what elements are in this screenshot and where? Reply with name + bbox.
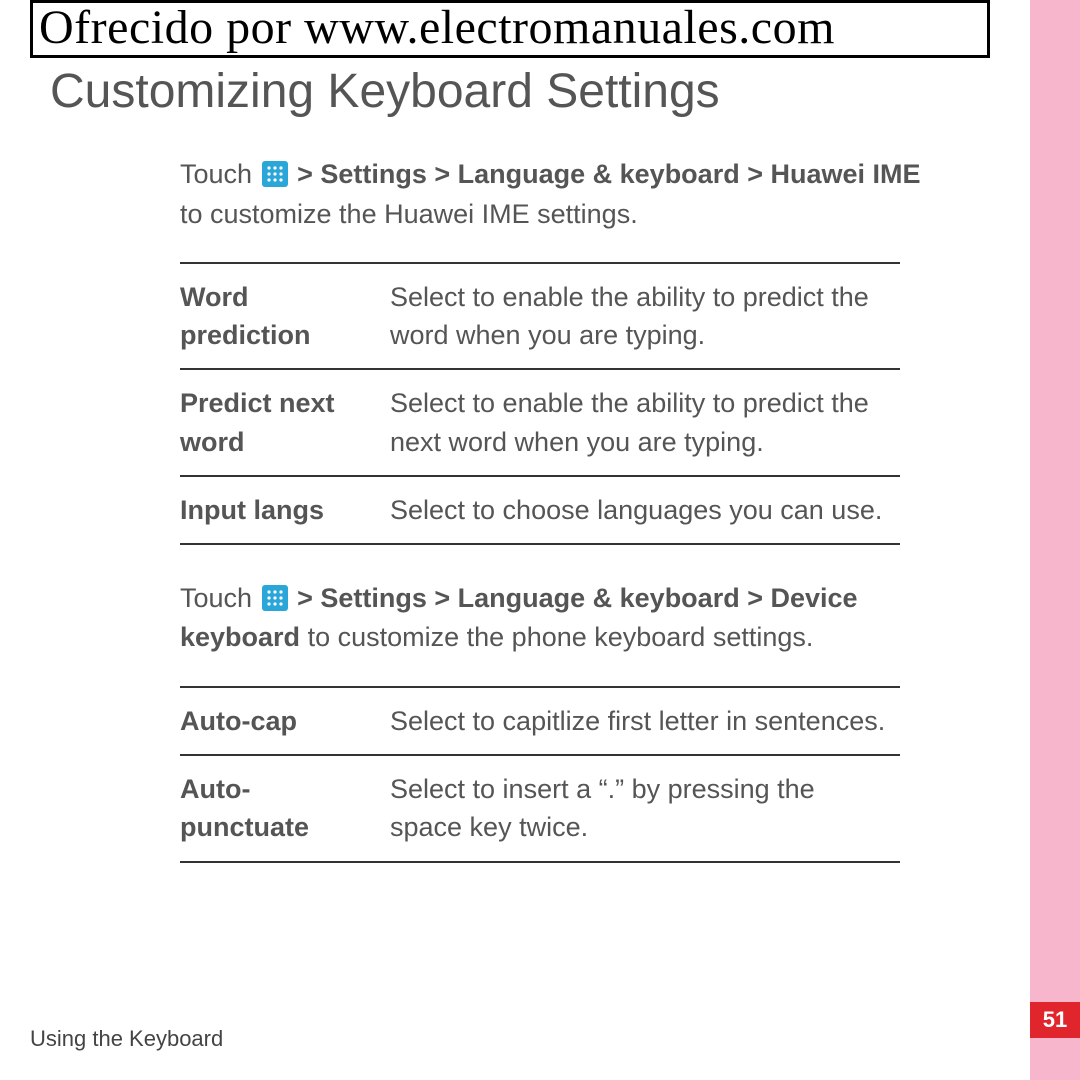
- table-row: Predict next word Select to enable the a…: [180, 369, 900, 476]
- setting-term: Auto-punctuate: [180, 755, 390, 862]
- table-row: Word prediction Select to enable the abi…: [180, 263, 900, 370]
- intro1-path: > Settings > Language & keyboard > Huawe…: [297, 159, 920, 189]
- table-row: Auto-punctuate Select to insert a “.” by…: [180, 755, 900, 862]
- setting-desc: Select to enable the ability to predict …: [390, 263, 900, 370]
- intro-paragraph-2: Touch > Settings > Language & keyboard >…: [180, 579, 940, 657]
- table-row: Input langs Select to choose languages y…: [180, 476, 900, 544]
- page-number-badge: 51: [1030, 1002, 1080, 1038]
- settings-table-1: Word prediction Select to enable the abi…: [180, 262, 900, 546]
- intro1-prefix: Touch: [180, 159, 260, 189]
- intro1-suffix: to customize the Huawei IME settings.: [180, 199, 638, 229]
- intro2-suffix: to customize the phone keyboard settings…: [308, 622, 814, 652]
- table-row: Auto-cap Select to capitlize first lette…: [180, 687, 900, 755]
- setting-desc: Select to insert a “.” by pressing the s…: [390, 755, 900, 862]
- source-banner: Ofrecido por www.electromanuales.com: [30, 0, 990, 58]
- apps-grid-icon: [262, 161, 288, 187]
- setting-term: Predict next word: [180, 369, 390, 476]
- footer-chapter: Using the Keyboard: [30, 1026, 223, 1052]
- apps-grid-icon: [262, 585, 288, 611]
- setting-desc: Select to enable the ability to predict …: [390, 369, 900, 476]
- setting-desc: Select to capitlize first letter in sent…: [390, 687, 900, 755]
- setting-term: Word prediction: [180, 263, 390, 370]
- page-title: Customizing Keyboard Settings: [50, 64, 990, 119]
- intro2-prefix: Touch: [180, 583, 260, 613]
- setting-term: Auto-cap: [180, 687, 390, 755]
- settings-table-2: Auto-cap Select to capitlize first lette…: [180, 686, 900, 863]
- intro-paragraph-1: Touch > Settings > Language & keyboard >…: [180, 155, 940, 233]
- setting-term: Input langs: [180, 476, 390, 544]
- body: Touch > Settings > Language & keyboard >…: [180, 155, 940, 862]
- page-number: 51: [1043, 1007, 1067, 1033]
- page-content: Ofrecido por www.electromanuales.com Cus…: [30, 0, 990, 897]
- side-stripe: 51: [1030, 0, 1080, 1080]
- setting-desc: Select to choose languages you can use.: [390, 476, 900, 544]
